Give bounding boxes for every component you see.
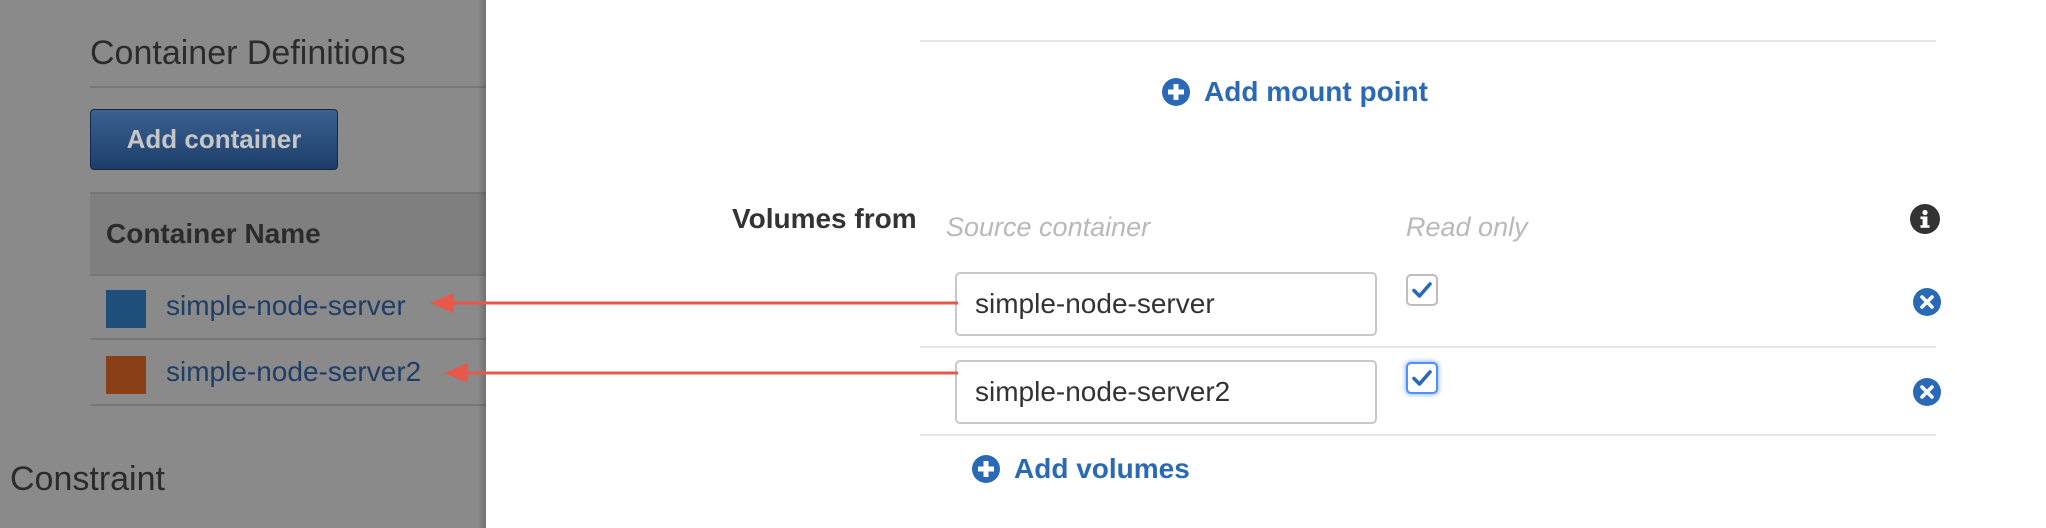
page: Container Definitions Add container Cont… bbox=[0, 0, 2046, 528]
annotation-arrow bbox=[430, 293, 958, 313]
annotation-arrow bbox=[444, 363, 958, 383]
annotation-arrows bbox=[430, 293, 958, 383]
